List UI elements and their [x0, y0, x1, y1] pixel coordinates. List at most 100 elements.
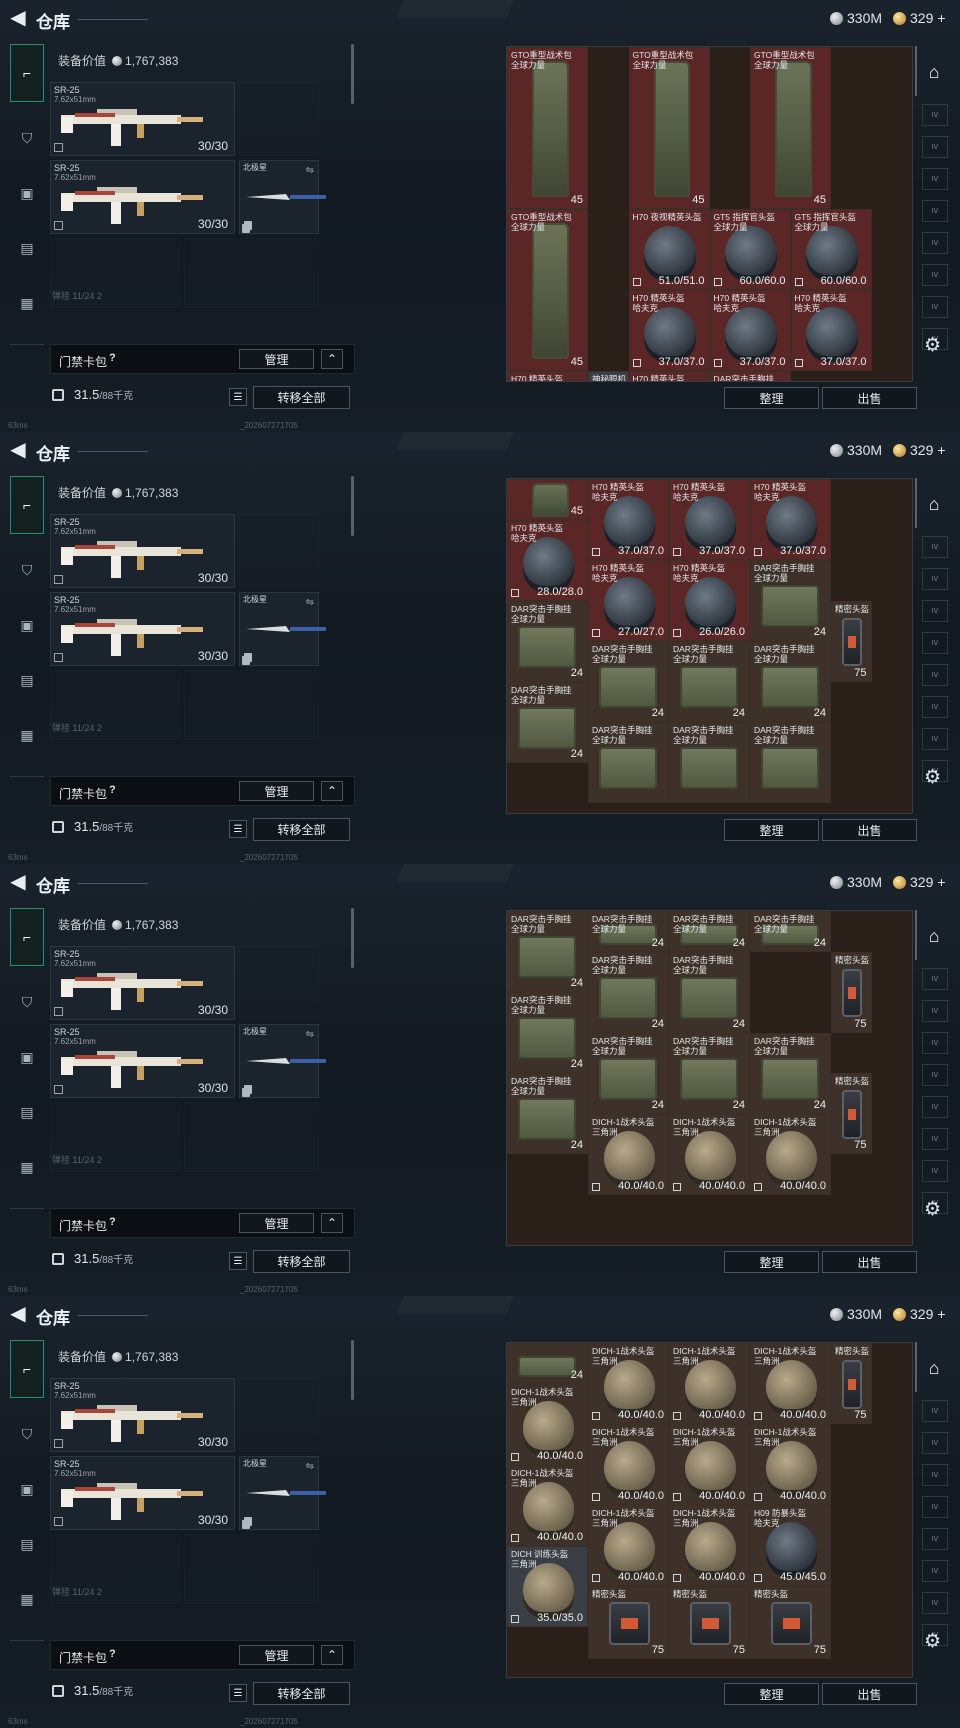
- storage-tab[interactable]: IV: [922, 968, 948, 990]
- storage-item[interactable]: DICH-1战术头盔 三角洲 40.0/40.0: [669, 1113, 750, 1195]
- sort-button[interactable]: 整理: [724, 1683, 819, 1705]
- storage-item[interactable]: 24: [507, 1343, 588, 1384]
- storage-grid[interactable]: 24 DICH-1战术头盔 三角洲 40.0/40.0 DICH-1战术头盔 三角洲 40.…: [506, 1342, 913, 1678]
- storage-item[interactable]: DAR突击手胸挂 全球力量 24: [588, 641, 669, 722]
- storage-item[interactable]: H70 精英头盔 哈夫克 37.0/37.0: [669, 479, 750, 560]
- weapon-slot[interactable]: SR-25 7.62x51mm 30/30: [50, 514, 235, 588]
- storage-item[interactable]: GTO重型战术包 全球力量 45: [750, 47, 831, 209]
- storage-item[interactable]: H70 精英头盔哈夫克: [628, 371, 710, 381]
- storage-item[interactable]: H70 精英头盔哈夫克: [507, 371, 588, 381]
- back-button[interactable]: ◀: [8, 872, 28, 892]
- storage-item[interactable]: DAR突击手胸挂 全球力量 24: [669, 641, 750, 722]
- storage-item[interactable]: DAR突击手胸挂 全球力量 24: [669, 951, 750, 1033]
- sort-button[interactable]: 整理: [724, 387, 819, 409]
- sidearm-slot[interactable]: [239, 1378, 319, 1452]
- sell-button[interactable]: 出售: [822, 387, 917, 409]
- storage-item[interactable]: DAR突击手胸挂 全球力量 24: [750, 641, 831, 722]
- storage-item[interactable]: DAR突击手胸挂 全球力量 24: [507, 992, 588, 1073]
- mod-icon[interactable]: [754, 1493, 762, 1501]
- silver-currency[interactable]: 330M: [830, 874, 882, 890]
- vest-icon[interactable]: ⛉: [13, 988, 41, 1016]
- storage-tab[interactable]: IV: [922, 1096, 948, 1118]
- manage-button[interactable]: 管理: [239, 1213, 314, 1233]
- mod-icon[interactable]: [673, 1493, 681, 1501]
- storage-grid[interactable]: 45 H70 精英头盔 哈夫克 37.0/37.0 H70 精英头盔 哈夫克 37.0/37…: [506, 478, 913, 814]
- storage-item[interactable]: GT5 指挥官头盔 全球力量 60.0/60.0: [709, 209, 791, 290]
- equipment-scrollbar[interactable]: [351, 908, 354, 968]
- gold-currency[interactable]: 329 +: [893, 874, 946, 890]
- storage-item[interactable]: 精密头盔 75: [750, 1586, 831, 1659]
- storage-item[interactable]: DAR突击手胸挂 全球力量 24: [750, 560, 831, 641]
- mod-icon[interactable]: [713, 278, 722, 286]
- storage-item[interactable]: DAR突击手胸挂 全球力量 24: [588, 1032, 669, 1114]
- list-icon[interactable]: ☰: [229, 1684, 247, 1702]
- vest-icon[interactable]: ⛉: [13, 124, 41, 152]
- collapse-button[interactable]: ⌃: [321, 1213, 343, 1233]
- mod-icon[interactable]: [592, 548, 600, 556]
- gold-currency[interactable]: 329 +: [893, 10, 946, 26]
- grid-scrollbar[interactable]: [915, 910, 917, 960]
- mod-icon[interactable]: [592, 629, 600, 637]
- storage-item[interactable]: DICH-1战术头盔 三角洲 40.0/40.0: [669, 1424, 750, 1505]
- storage-tab[interactable]: IV: [922, 1160, 948, 1182]
- sidearm-slot[interactable]: [239, 946, 319, 1020]
- armor-slot[interactable]: [184, 1102, 319, 1172]
- mod-icon[interactable]: [794, 359, 803, 367]
- grid-scrollbar[interactable]: [915, 478, 917, 528]
- storage-item[interactable]: DICH-1战术头盔 三角洲 40.0/40.0: [750, 1343, 831, 1424]
- gold-add-icon[interactable]: +: [937, 1306, 945, 1322]
- mod-icon[interactable]: [754, 1182, 762, 1191]
- storage-item[interactable]: DAR突击手胸挂全球力量: [750, 722, 831, 803]
- weapon-slot[interactable]: SR-25 7.62x51mm 30/30: [50, 1024, 235, 1098]
- mod-icon[interactable]: [754, 1574, 762, 1582]
- swap-icon[interactable]: ⇋: [306, 597, 314, 608]
- storage-item[interactable]: DICH-1战术头盔 三角洲 40.0/40.0: [507, 1383, 588, 1465]
- storage-item[interactable]: DAR突击手胸挂 全球力量 24: [588, 911, 669, 952]
- melee-slot[interactable]: 北极星 ⇋: [239, 160, 326, 234]
- storage-tab[interactable]: IV: [922, 136, 948, 158]
- storage-item[interactable]: DICH-1战术头盔 三角洲 40.0/40.0: [669, 1343, 750, 1424]
- storage-tab[interactable]: IV: [922, 1064, 948, 1086]
- mod-icon[interactable]: [592, 1493, 600, 1501]
- storage-item[interactable]: GTO重型战术包 全球力量 45: [507, 209, 588, 371]
- back-button[interactable]: ◀: [8, 1304, 28, 1324]
- storage-item[interactable]: H70 精英头盔 哈夫克 27.0/27.0: [588, 560, 669, 641]
- storage-tab[interactable]: IV: [922, 104, 948, 126]
- storage-item[interactable]: DAR突击手胸挂 全球力量 24: [669, 911, 750, 952]
- melee-slot[interactable]: 北极星 ⇋: [239, 1024, 326, 1098]
- clipboard-icon[interactable]: ▤: [13, 1098, 41, 1126]
- back-button[interactable]: ◀: [8, 8, 28, 28]
- mod-icon[interactable]: [794, 278, 803, 286]
- collapse-button[interactable]: ⌃: [321, 1645, 343, 1665]
- pistol-icon[interactable]: ⌐: [10, 476, 44, 534]
- sort-button[interactable]: 整理: [724, 1251, 819, 1273]
- transfer-all-button[interactable]: 转移全部: [253, 1250, 350, 1273]
- weapon-slot[interactable]: SR-25 7.62x51mm 30/30: [50, 1378, 235, 1452]
- storage-item[interactable]: DICH-1战术头盔 三角洲 40.0/40.0: [750, 1113, 831, 1195]
- mod-icon[interactable]: [592, 1182, 600, 1191]
- manage-button[interactable]: 管理: [239, 349, 314, 369]
- pistol-icon[interactable]: ⌐: [10, 44, 44, 102]
- gold-currency[interactable]: 329 +: [893, 442, 946, 458]
- swap-icon[interactable]: ⇋: [306, 165, 314, 176]
- mod-icon[interactable]: [511, 1614, 519, 1623]
- sell-button[interactable]: 出售: [822, 819, 917, 841]
- storage-item[interactable]: DAR突击手胸挂 全球力量 24: [588, 951, 669, 1033]
- equipment-scrollbar[interactable]: [351, 476, 354, 536]
- sell-button[interactable]: 出售: [822, 1683, 917, 1705]
- swap-icon[interactable]: ⇋: [306, 1461, 314, 1472]
- grid-scrollbar[interactable]: [915, 46, 917, 96]
- storage-item[interactable]: DAR突击手胸挂 全球力量 24: [507, 681, 588, 763]
- storage-toggle-icon[interactable]: ⌂: [918, 56, 950, 88]
- briefcase-icon[interactable]: ▦: [13, 1585, 41, 1613]
- backpack-icon[interactable]: ▣: [13, 1043, 41, 1071]
- storage-tab[interactable]: IV: [922, 1496, 948, 1518]
- storage-item[interactable]: GTO重型战术包 全球力量 45: [507, 47, 588, 209]
- armor-slot[interactable]: [184, 670, 319, 740]
- storage-item[interactable]: DAR突击手胸挂 全球力量 24: [669, 1032, 750, 1114]
- briefcase-icon[interactable]: ▦: [13, 1153, 41, 1181]
- mod-icon[interactable]: [673, 1182, 681, 1191]
- armor-slot[interactable]: [184, 238, 319, 308]
- storage-item[interactable]: 精密头盔 75: [588, 1586, 669, 1659]
- storage-grid[interactable]: DAR突击手胸挂 全球力量 24 DAR突击手胸挂 全球力量 24 DAR突击手胸挂 全球力量…: [506, 910, 913, 1246]
